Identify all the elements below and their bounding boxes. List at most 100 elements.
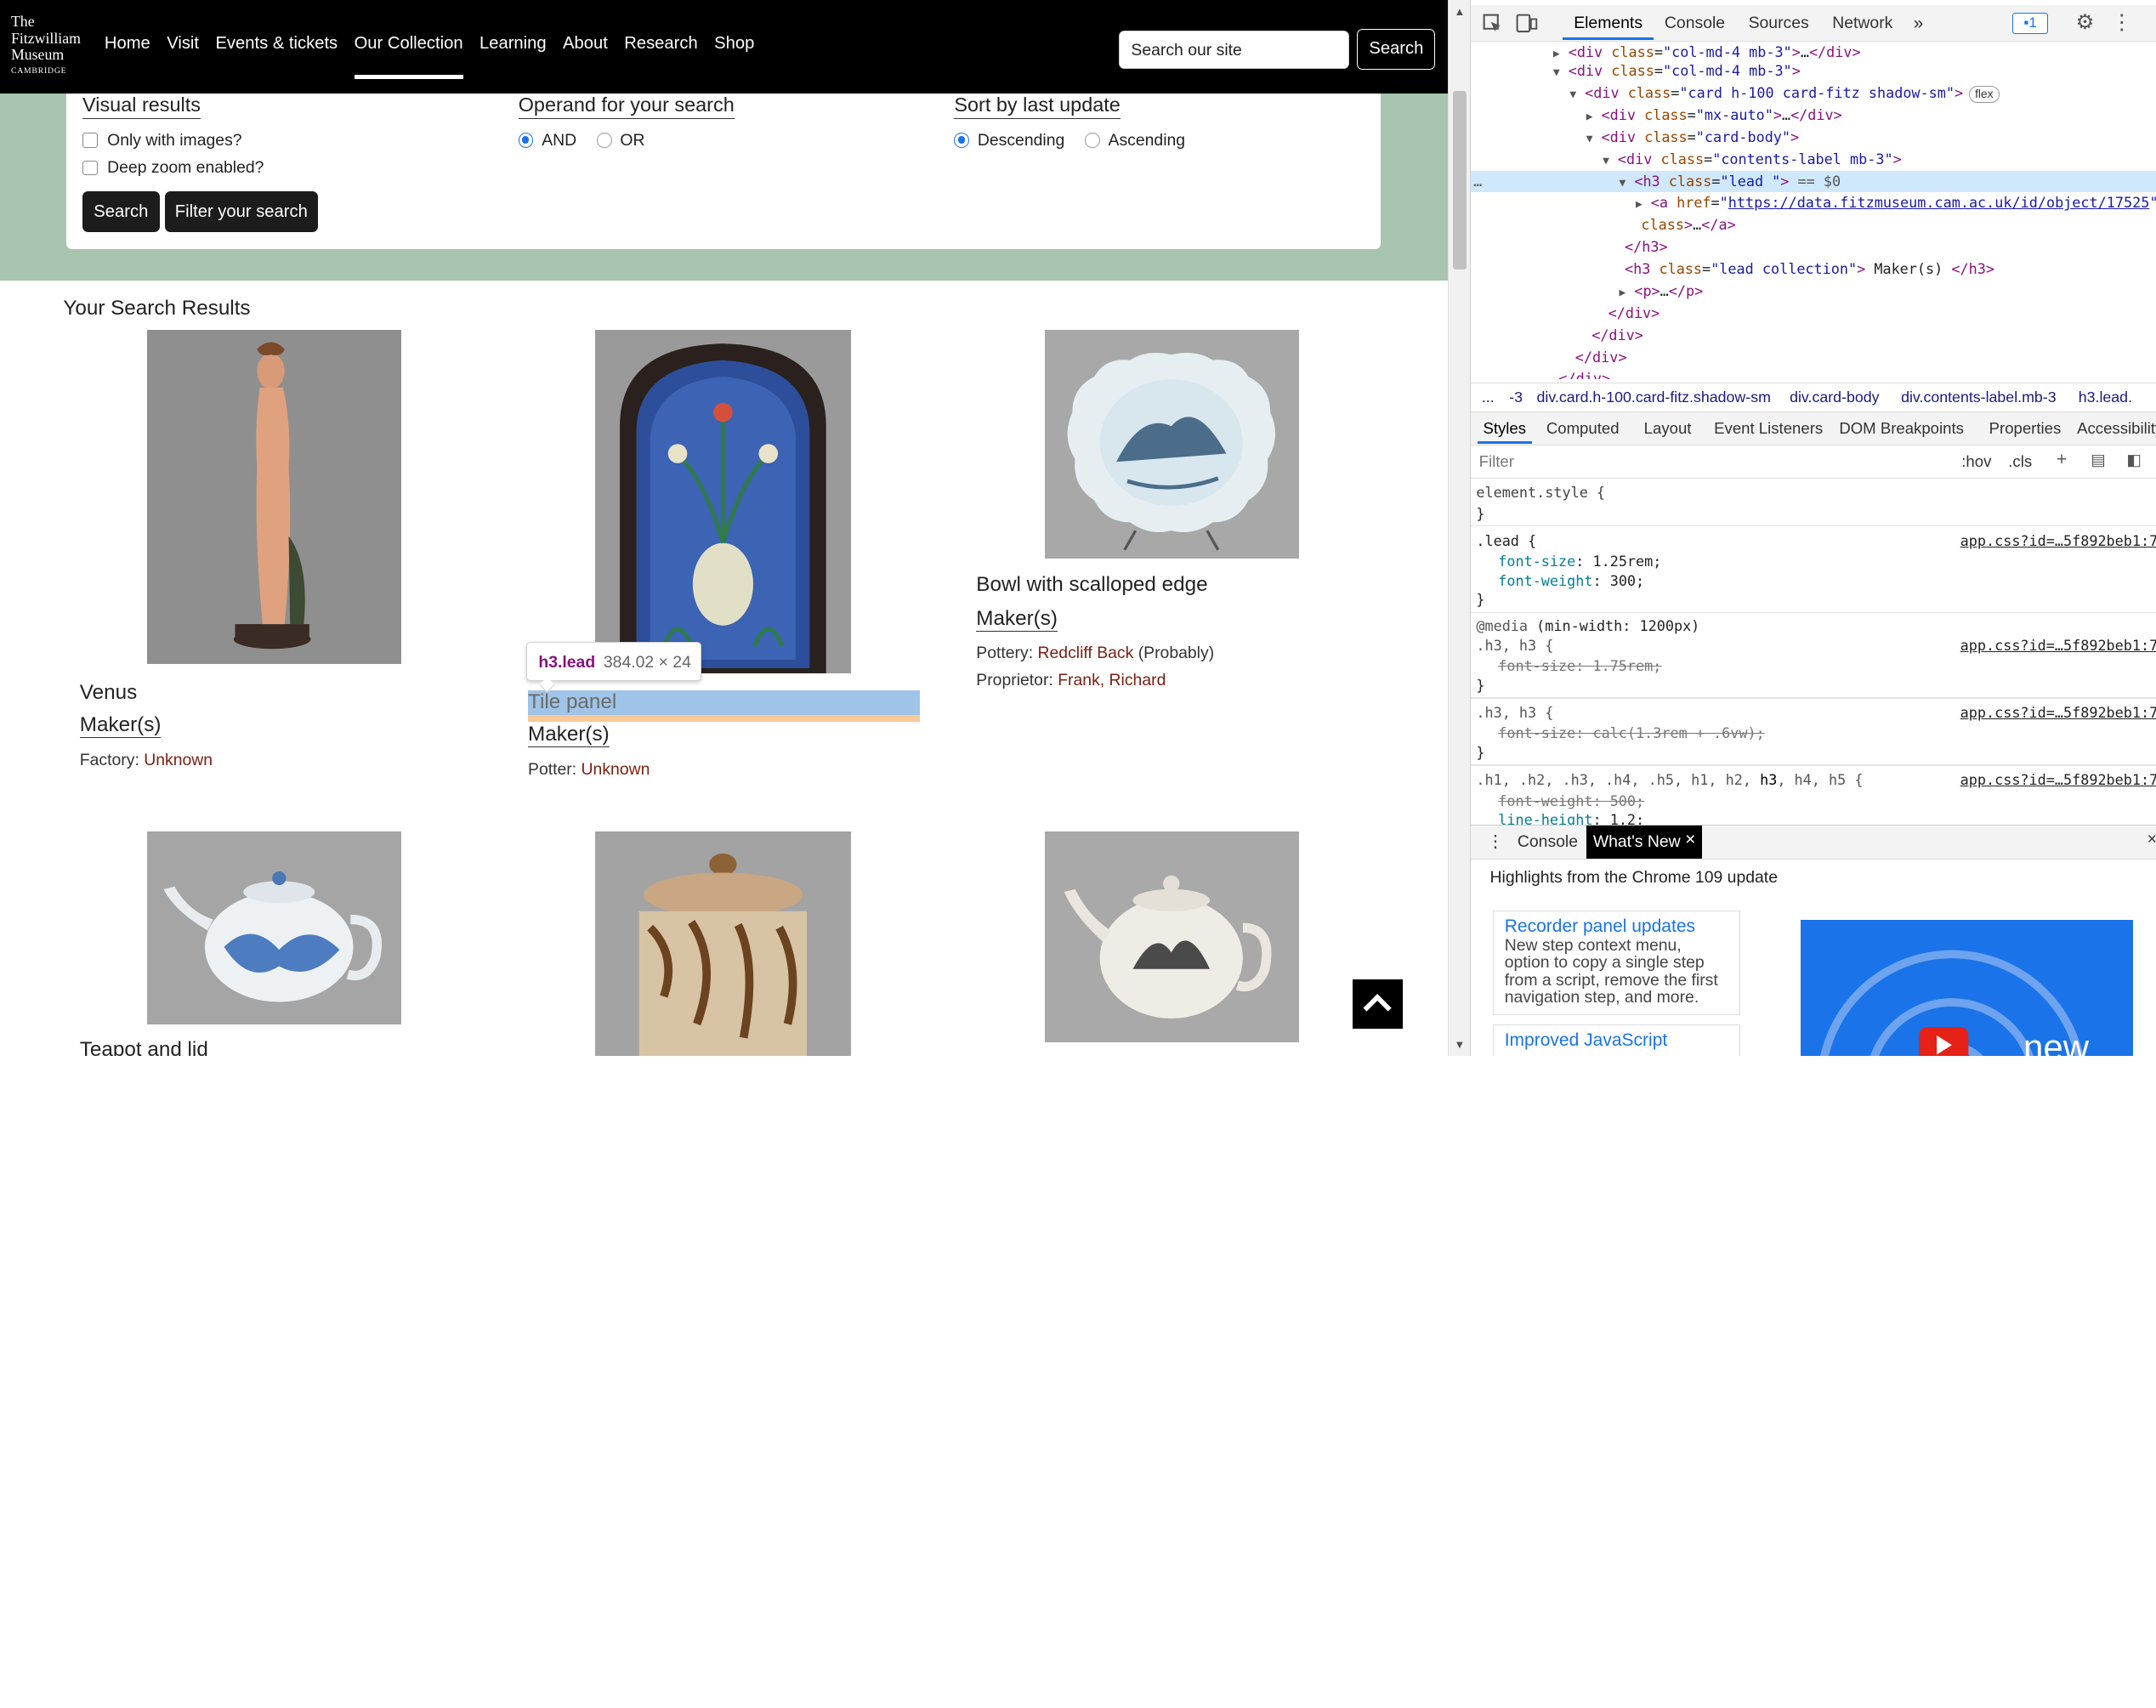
checkbox-icon[interactable] <box>82 133 98 149</box>
dom-node[interactable]: class>…</a> <box>1641 214 1735 236</box>
result-title[interactable]: Teapot and lid <box>80 1038 208 1056</box>
nav-visit[interactable]: Visit <box>167 34 199 67</box>
breadcrumb-item[interactable]: div.card-body <box>1790 389 1879 406</box>
dom-node[interactable]: ▼ <div class="contents-label mb-3"> <box>1603 149 1902 171</box>
subtab-properties[interactable]: Properties <box>1989 419 2062 438</box>
scroll-up-arrow-icon[interactable]: ▲ <box>1454 5 1465 18</box>
dom-node[interactable]: ▼ <div class="col-md-4 mb-3"> <box>1553 60 1801 82</box>
card-title[interactable]: Improved JavaScript <box>1505 1030 1728 1051</box>
css-source-link[interactable]: app.css?id=…5f892beb1:7 <box>1960 704 2156 721</box>
venus-image[interactable] <box>147 330 402 665</box>
subtab-dom-breakpoints[interactable]: DOM Breakpoints <box>1839 419 1964 438</box>
page-scrollbar[interactable]: ▲ ▼ <box>1448 0 1470 1057</box>
maker-link[interactable]: Frank, Richard <box>1058 671 1166 689</box>
maker-link[interactable]: Unknown <box>144 751 213 769</box>
only-images-checkbox[interactable]: Only with images? <box>82 131 242 150</box>
maker-heading[interactable]: Maker(s) <box>528 722 610 748</box>
maker-link[interactable]: Unknown <box>582 760 650 779</box>
dom-node[interactable]: <h3 class="lead collection"> Maker(s) </… <box>1625 258 1994 281</box>
whats-new-card[interactable]: Recorder panel updates New step context … <box>1492 910 1740 1015</box>
dom-node[interactable]: ▶ <div class="mx-auto">…</div> <box>1586 105 1842 127</box>
more-tabs-icon[interactable]: » <box>1914 14 1924 34</box>
breadcrumb-item[interactable]: div.card.h-100.card-fitz.shadow-sm <box>1537 389 1771 406</box>
result-title[interactable]: Bowl with scalloped edge <box>976 573 1207 597</box>
dom-node[interactable]: ▼ <div class="card-body"> <box>1586 127 1799 149</box>
radio-icon[interactable] <box>596 133 612 149</box>
css-source-link[interactable]: app.css?id=…5f892beb1:7 <box>1960 637 2156 654</box>
card-title[interactable]: Recorder panel updates <box>1505 916 1728 937</box>
flex-badge[interactable]: flex <box>1968 86 2000 103</box>
sort-descending-radio[interactable]: Descending <box>954 131 1064 150</box>
site-search-input[interactable]: Search our site <box>1119 30 1349 69</box>
styles-filter-input[interactable]: Filter <box>1479 452 1514 471</box>
maker-heading[interactable]: Maker(s) <box>79 712 162 738</box>
close-icon[interactable]: × <box>1685 830 1695 850</box>
hover-state-toggle[interactable]: :hov <box>1961 452 1991 471</box>
dom-node[interactable]: ▶ <a href="https://data.fitzmuseum.cam.ac… <box>1636 192 2156 214</box>
dom-node-selected[interactable]: … ▼ <h3 class="lead "> == $0 <box>1470 170 2156 193</box>
inspect-element-icon[interactable] <box>1483 14 1502 33</box>
paint-icon[interactable]: ▤ <box>2091 451 2106 469</box>
filter-your-search-button[interactable]: Filter your search <box>165 190 318 233</box>
back-to-top-button[interactable] <box>1353 979 1403 1029</box>
sidebar-toggle-icon[interactable]: ◧ <box>2126 451 2142 469</box>
close-drawer-icon[interactable]: × <box>2147 830 2156 849</box>
device-toolbar-icon[interactable] <box>1516 14 1538 33</box>
nav-shop[interactable]: Shop <box>714 34 754 67</box>
subtab-styles[interactable]: Styles <box>1477 419 1533 444</box>
drawer-tab-console[interactable]: Console <box>1518 832 1578 852</box>
css-declaration[interactable]: font-size: calc(1.3rem + .6vw); <box>1498 724 1765 742</box>
teapot-printed-image[interactable] <box>1045 831 1300 1042</box>
whats-new-card[interactable]: Improved JavaScript <box>1492 1024 1740 1057</box>
bowl-image[interactable] <box>1045 330 1300 559</box>
tab-console[interactable]: Console <box>1665 14 1725 33</box>
sort-ascending-radio[interactable]: Ascending <box>1085 131 1185 150</box>
dom-node[interactable]: </div> <box>1575 347 1627 369</box>
nav-our-collection[interactable]: Our Collection <box>354 34 463 80</box>
gear-icon[interactable]: ⚙ <box>2076 9 2095 35</box>
nav-learning[interactable]: Learning <box>479 34 547 67</box>
dom-node[interactable]: </div> <box>1558 368 1610 379</box>
subtab-computed[interactable]: Computed <box>1546 419 1620 438</box>
nav-events[interactable]: Events & tickets <box>215 34 338 67</box>
filter-search-button[interactable]: Search <box>82 190 160 233</box>
breadcrumb-item[interactable]: h3.lead. <box>2079 389 2132 406</box>
nav-research[interactable]: Research <box>624 34 697 67</box>
issues-badge[interactable]: ▪1 <box>2012 12 2049 35</box>
tab-sources[interactable]: Sources <box>1749 14 1809 33</box>
drawer-menu-icon[interactable]: ⋮ <box>1487 831 1503 852</box>
teapot-image[interactable] <box>147 831 402 1024</box>
dom-node[interactable]: </div> <box>1591 325 1643 347</box>
deep-zoom-checkbox[interactable]: Deep zoom enabled? <box>82 158 264 178</box>
css-declaration[interactable]: font-weight: 300; <box>1498 572 1644 590</box>
result-title[interactable]: Venus <box>80 681 137 705</box>
scroll-down-arrow-icon[interactable]: ▼ <box>1454 1038 1465 1051</box>
whats-new-video-thumbnail[interactable]: new <box>1801 919 2134 1057</box>
class-toggle[interactable]: .cls <box>2008 452 2032 471</box>
checkbox-icon[interactable] <box>82 160 98 176</box>
css-declaration[interactable]: font-size: 1.25rem; <box>1498 553 1661 570</box>
css-declaration[interactable]: line-height: 1.2; <box>1498 811 1644 825</box>
jar-image[interactable] <box>595 831 852 1057</box>
breadcrumb-item[interactable]: div.contents-label.mb-3 <box>1901 389 2057 406</box>
nav-home[interactable]: Home <box>105 34 150 67</box>
maker-link[interactable]: Redcliff Back <box>1038 644 1134 662</box>
add-rule-icon[interactable]: + <box>2057 450 2067 470</box>
subtab-layout[interactable]: Layout <box>1644 419 1692 438</box>
subtab-event-listeners[interactable]: Event Listeners <box>1714 419 1823 438</box>
tile-panel-image[interactable] <box>595 330 852 674</box>
subtab-accessibility[interactable]: Accessibility <box>2077 419 2156 438</box>
radio-icon[interactable] <box>1085 133 1100 149</box>
scrollbar-thumb[interactable] <box>1452 90 1467 270</box>
radio-icon[interactable] <box>954 133 970 149</box>
kebab-menu-icon[interactable]: ⋮ <box>2112 9 2132 35</box>
maker-heading[interactable]: Maker(s) <box>976 606 1058 633</box>
breadcrumb-more[interactable]: ... <box>1482 389 1495 406</box>
dom-node[interactable]: </div> <box>1608 303 1660 325</box>
museum-logo[interactable]: The Fitzwilliam Museum CAMBRIDGE <box>11 13 88 80</box>
css-source-link[interactable]: app.css?id=…5f892beb1:7 <box>1960 532 2156 549</box>
dom-node[interactable]: ▼ <div class="card h-100 card-fitz shadow… <box>1569 82 2000 105</box>
tab-network[interactable]: Network <box>1832 14 1892 33</box>
result-title[interactable]: Tile panel <box>528 690 616 714</box>
site-search-button[interactable]: Search <box>1357 28 1436 71</box>
